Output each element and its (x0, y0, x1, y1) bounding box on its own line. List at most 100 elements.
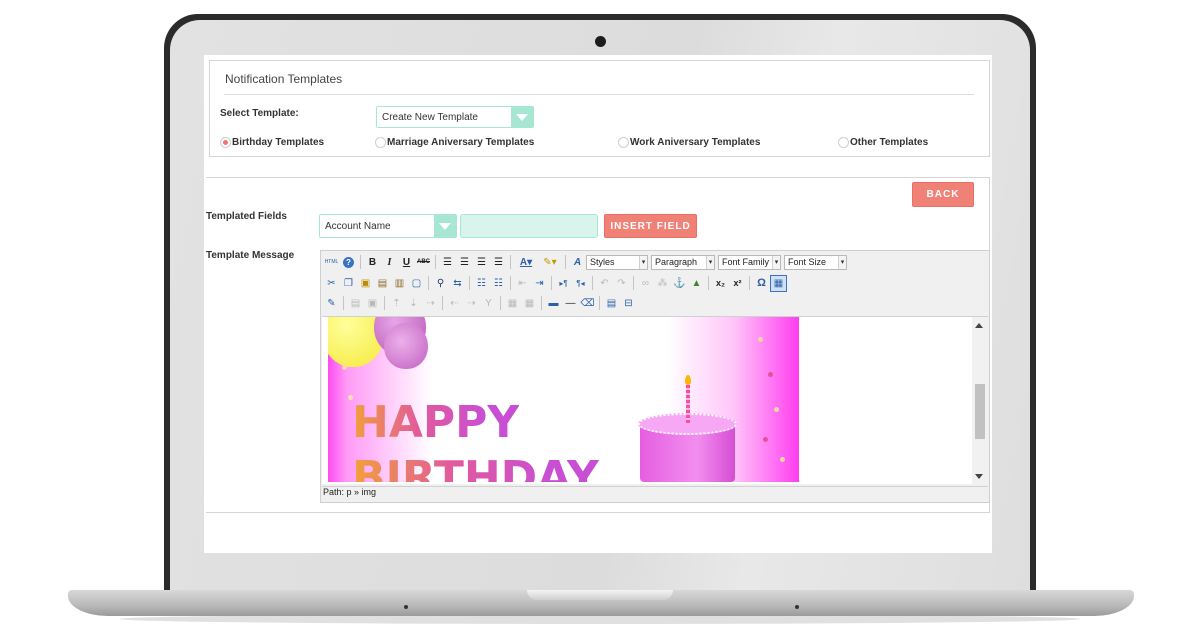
align-right-button[interactable]: ☰ (473, 254, 490, 271)
select-template-value: Create New Template (382, 111, 478, 123)
toolbar-row-2: ✂ ❐ ▣ ▤ ▥ ▢ ⚲ ⇆ ☷ ☷ ⇤ ⇥ ▸¶ ¶◂ ↶ ↷ ∞ ⁂ ⚓ … (323, 273, 787, 293)
delete-col-button[interactable]: Y (480, 295, 497, 312)
rtl-button[interactable]: ¶◂ (572, 275, 589, 292)
insert-row-before-icon: ⇡ (392, 297, 401, 309)
strikethrough-button[interactable]: ABC (415, 254, 432, 271)
cut-button[interactable]: ✂ (323, 275, 340, 292)
paste-word-button[interactable]: ▥ (391, 275, 408, 292)
visual-aid-button[interactable]: ▬ (545, 295, 562, 312)
delete-row-button[interactable]: ⇢ (422, 295, 439, 312)
table-button[interactable]: ▦ (770, 274, 787, 292)
edit-css-button[interactable]: ✎ (323, 295, 340, 312)
split-cells-button[interactable]: ▦ (504, 295, 521, 312)
align-justify-icon: ☰ (494, 256, 503, 268)
row-props-button[interactable]: ▤ (347, 295, 364, 312)
special-char-button[interactable]: Ω (753, 275, 770, 292)
unlink-button[interactable]: ⁂ (654, 275, 671, 292)
separator (599, 296, 600, 310)
insert-row-after-button[interactable]: ⇣ (405, 295, 422, 312)
indent-button[interactable]: ⇥ (531, 275, 548, 292)
laptop-foot (795, 605, 799, 609)
divider (224, 94, 974, 95)
horizontal-rule-button[interactable]: — (562, 295, 579, 312)
page-break-icon: ⊟ (624, 297, 633, 309)
find-icon: ⚲ (436, 277, 445, 289)
insert-row-before-button[interactable]: ⇡ (388, 295, 405, 312)
separator (565, 255, 566, 269)
insert-col-before-icon: ⇠ (450, 297, 459, 309)
scroll-up-icon[interactable] (975, 323, 983, 328)
background-color-button[interactable]: ✎▾ (538, 254, 562, 271)
split-cells-icon: ▦ (507, 297, 518, 309)
editor-content-area[interactable]: HAPPY BIRTHDAY (322, 316, 988, 484)
help-button[interactable]: ? (340, 254, 357, 271)
editor-scrollbar[interactable] (972, 317, 988, 484)
anchor-icon: ⚓ (673, 277, 686, 289)
separator (428, 276, 429, 290)
copy-button[interactable]: ❐ (340, 275, 357, 292)
select-all-button[interactable]: ▢ (408, 275, 425, 292)
insert-col-after-button[interactable]: ⇢ (463, 295, 480, 312)
underline-button[interactable]: U (398, 254, 415, 271)
redo-button[interactable]: ↷ (613, 275, 630, 292)
separator (510, 276, 511, 290)
template-editor-panel: BACK Templated Fields Account Name INSER… (206, 177, 990, 513)
scroll-down-icon[interactable] (975, 474, 983, 479)
align-left-button[interactable]: ☰ (439, 254, 456, 271)
align-justify-button[interactable]: ☰ (490, 254, 507, 271)
replace-button[interactable]: ⇆ (449, 275, 466, 292)
font-family-dropdown[interactable]: Font Family ▾ (718, 254, 781, 270)
screen: Notification Templates Select Template: … (204, 55, 992, 553)
styles-icon-button[interactable]: A (569, 254, 586, 271)
insert-date-button[interactable]: ▤ (603, 295, 620, 312)
format-dropdown[interactable]: Paragraph ▾ (651, 254, 715, 270)
bold-button[interactable]: B (364, 254, 381, 271)
separator (360, 255, 361, 269)
select-template-dropdown[interactable]: Create New Template (376, 106, 534, 128)
chevron-down-icon (434, 215, 456, 237)
paste-button[interactable]: ▣ (357, 275, 374, 292)
laptop-foot (404, 605, 408, 609)
field-value-input[interactable] (460, 214, 598, 238)
subscript-button[interactable]: x₂ (712, 275, 729, 292)
radio-unselected-icon (618, 137, 629, 148)
italic-button[interactable]: I (381, 254, 398, 271)
scroll-thumb[interactable] (975, 384, 985, 439)
radio-marriage-aniversary-templates[interactable]: Marriage Aniversary Templates (375, 137, 534, 148)
remove-format-button[interactable]: ⌫ (579, 295, 596, 312)
superscript-button[interactable]: x² (729, 275, 746, 292)
numbered-list-button[interactable]: ☷ (490, 275, 507, 292)
font-size-dropdown[interactable]: Font Size ▾ (784, 254, 847, 270)
link-button[interactable]: ∞ (637, 275, 654, 292)
outdent-icon: ⇤ (518, 277, 527, 289)
radio-birthday-templates[interactable]: Birthday Templates (220, 137, 324, 148)
undo-button[interactable]: ↶ (596, 275, 613, 292)
radio-label: Marriage Aniversary Templates (387, 137, 535, 148)
confetti (342, 365, 347, 370)
text-color-button[interactable]: A▾ (514, 254, 538, 271)
insert-image-button[interactable]: ▲ (688, 275, 705, 292)
visual-aid-icon: ▬ (548, 297, 559, 309)
radio-other-templates[interactable]: Other Templates (838, 137, 928, 148)
find-button[interactable]: ⚲ (432, 275, 449, 292)
merge-cells-button[interactable]: ▦ (521, 295, 538, 312)
cell-props-button[interactable]: ▣ (364, 295, 381, 312)
templated-fields-dropdown[interactable]: Account Name (319, 214, 457, 238)
html-icon: HTML (324, 259, 339, 265)
radio-selected-icon (220, 137, 231, 148)
back-button[interactable]: BACK (912, 182, 974, 207)
paste-text-button[interactable]: ▤ (374, 275, 391, 292)
paste-icon: ▣ (360, 277, 371, 289)
page-break-button[interactable]: ⊟ (620, 295, 637, 312)
insert-field-button[interactable]: INSERT FIELD (604, 214, 697, 238)
anchor-button[interactable]: ⚓ (671, 275, 688, 292)
insert-col-before-button[interactable]: ⇠ (446, 295, 463, 312)
radio-work-aniversary-templates[interactable]: Work Aniversary Templates (618, 137, 760, 148)
styles-dropdown[interactable]: Styles ▾ (586, 254, 648, 270)
ltr-button[interactable]: ▸¶ (555, 275, 572, 292)
outdent-button[interactable]: ⇤ (514, 275, 531, 292)
bullet-list-button[interactable]: ☷ (473, 275, 490, 292)
align-center-button[interactable]: ☰ (456, 254, 473, 271)
html-source-button[interactable]: HTML (323, 254, 340, 271)
ltr-icon: ▸¶ (559, 278, 568, 288)
